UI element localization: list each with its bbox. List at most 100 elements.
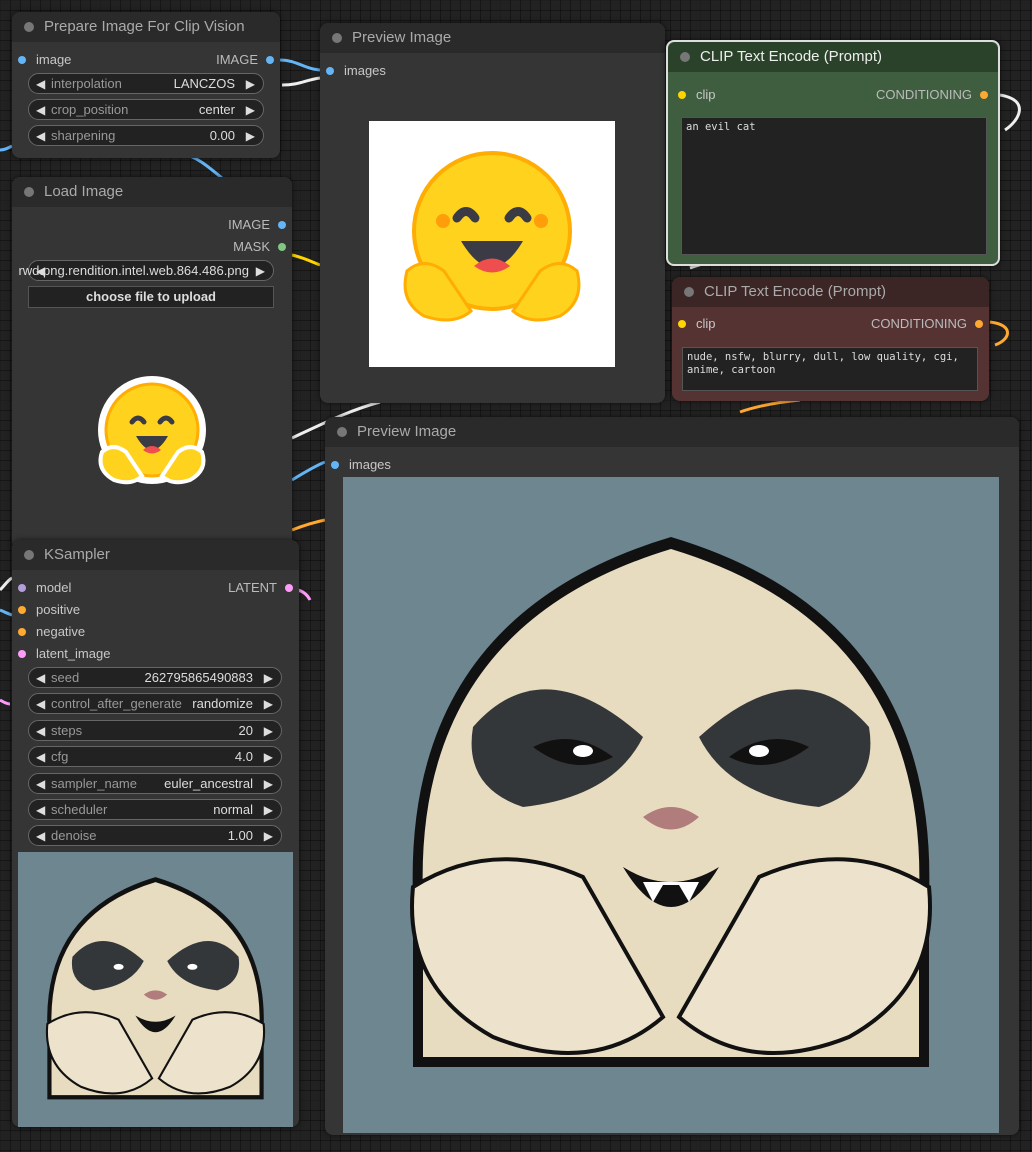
- right-arrow-icon[interactable]: ▶: [246, 76, 255, 92]
- image-output-slot[interactable]: IMAGE: [228, 217, 286, 233]
- wire-orange-3: [989, 320, 1009, 347]
- left-arrow-icon[interactable]: ◀: [36, 76, 45, 92]
- evil-cat-thumbnail: [45, 877, 266, 1100]
- right-arrow-icon[interactable]: ▶: [246, 102, 255, 118]
- left-arrow-icon[interactable]: ◀: [36, 723, 45, 739]
- upload-button[interactable]: choose file to upload: [28, 286, 274, 308]
- wire-orange-1: [291, 518, 326, 532]
- right-arrow-icon[interactable]: ▶: [246, 128, 255, 144]
- right-arrow-icon[interactable]: ▶: [264, 723, 273, 739]
- clip-pin-icon[interactable]: [678, 320, 686, 328]
- wire-blue-4: [291, 460, 326, 482]
- right-arrow-icon[interactable]: ▶: [264, 802, 273, 818]
- conditioning-output-slot[interactable]: CONDITIONING: [876, 87, 988, 103]
- denoise-number[interactable]: ◀ denoise 1.00 ▶: [28, 825, 282, 846]
- evil-cat-illustration: [410, 537, 932, 1067]
- positive-input-slot[interactable]: positive: [18, 602, 80, 618]
- collapse-dot-icon[interactable]: [337, 427, 347, 437]
- collapse-dot-icon[interactable]: [680, 52, 690, 62]
- load-image-node[interactable]: Load Image IMAGE MASK ◀ rwd.png.rendition…: [12, 177, 292, 549]
- right-arrow-icon[interactable]: ▶: [264, 696, 273, 712]
- left-arrow-icon[interactable]: ◀: [36, 128, 45, 144]
- negative-input-slot[interactable]: negative: [18, 624, 85, 640]
- wire-white-1: [281, 76, 321, 87]
- image-output-slot[interactable]: IMAGE: [216, 52, 274, 68]
- left-arrow-icon[interactable]: ◀: [36, 696, 45, 712]
- clip-pin-icon[interactable]: [678, 91, 686, 99]
- conditioning-output-slot[interactable]: CONDITIONING: [871, 316, 983, 332]
- prompt-textarea[interactable]: an evil cat: [681, 117, 987, 255]
- prompt-textarea[interactable]: nude, nsfw, blurry, dull, low quality, c…: [682, 347, 978, 391]
- latent-output-slot[interactable]: LATENT: [228, 580, 293, 596]
- wire-yellow-1: [291, 253, 321, 267]
- collapse-dot-icon[interactable]: [684, 287, 694, 297]
- node-title[interactable]: Preview Image: [320, 23, 665, 53]
- left-arrow-icon[interactable]: ◀: [36, 749, 45, 765]
- images-input-slot[interactable]: images: [331, 457, 391, 473]
- node-title[interactable]: Preview Image: [325, 417, 1019, 447]
- node-title[interactable]: CLIP Text Encode (Prompt): [672, 277, 989, 307]
- hugging-face-sticker: [98, 376, 206, 485]
- collapse-dot-icon[interactable]: [24, 550, 34, 560]
- prepare-image-node[interactable]: Prepare Image For Clip Vision image IMAG…: [12, 12, 280, 158]
- ksampler-node[interactable]: KSampler model positive negative latent_…: [12, 540, 299, 1127]
- preview-image-node-2[interactable]: Preview Image images: [325, 417, 1019, 1135]
- loaded-image-thumbnail: [88, 372, 216, 500]
- steps-number[interactable]: ◀ steps 20 ▶: [28, 720, 282, 741]
- left-arrow-icon[interactable]: ◀: [36, 670, 45, 686]
- image-pin-icon[interactable]: [326, 67, 334, 75]
- right-arrow-icon[interactable]: ▶: [264, 828, 273, 844]
- mask-output-slot[interactable]: MASK: [233, 239, 286, 255]
- clip-text-encode-negative-node[interactable]: CLIP Text Encode (Prompt) clip CONDITION…: [672, 277, 989, 401]
- conditioning-pin-icon[interactable]: [18, 606, 26, 614]
- model-pin-icon[interactable]: [18, 584, 26, 592]
- wire-pink-1: [297, 588, 312, 601]
- preview-image-node-1[interactable]: Preview Image images: [320, 23, 665, 403]
- latent-pin-icon[interactable]: [18, 650, 26, 658]
- clip-input-slot[interactable]: clip: [678, 316, 716, 332]
- hugging-face-emoji: [403, 151, 581, 322]
- latent-pin-icon[interactable]: [285, 584, 293, 592]
- right-arrow-icon[interactable]: ▶: [264, 749, 273, 765]
- node-title[interactable]: Prepare Image For Clip Vision: [12, 12, 280, 42]
- node-title[interactable]: CLIP Text Encode (Prompt): [668, 42, 998, 72]
- conditioning-pin-icon[interactable]: [980, 91, 988, 99]
- image-input-slot[interactable]: image: [18, 52, 71, 68]
- mask-pin-icon[interactable]: [278, 243, 286, 251]
- crop-position-combo[interactable]: ◀ crop_position center ▶: [28, 99, 264, 120]
- clip-input-slot[interactable]: clip: [678, 87, 716, 103]
- image-pin-icon[interactable]: [278, 221, 286, 229]
- collapse-dot-icon[interactable]: [332, 33, 342, 43]
- sharpening-number[interactable]: ◀ sharpening 0.00 ▶: [28, 125, 264, 146]
- control-after-generate-combo[interactable]: ◀ control_after_generate randomize ▶: [28, 693, 282, 714]
- conditioning-pin-icon[interactable]: [18, 628, 26, 636]
- image-pin-icon[interactable]: [18, 56, 26, 64]
- right-arrow-icon[interactable]: ▶: [264, 776, 273, 792]
- image-pin-icon[interactable]: [331, 461, 339, 469]
- seed-number[interactable]: ◀ seed 262795865490883 ▶: [28, 667, 282, 688]
- right-arrow-icon[interactable]: ▶: [264, 670, 273, 686]
- interpolation-combo[interactable]: ◀ interpolation LANCZOS ▶: [28, 73, 264, 94]
- scheduler-combo[interactable]: ◀ scheduler normal ▶: [28, 799, 282, 820]
- image-file-combo[interactable]: ◀ rwd.png.rendition.intel.web.864.486.png…: [18, 260, 274, 281]
- left-arrow-icon[interactable]: ◀: [36, 776, 45, 792]
- cfg-number[interactable]: ◀ cfg 4.0 ▶: [28, 746, 282, 767]
- left-arrow-icon[interactable]: ◀: [36, 828, 45, 844]
- left-arrow-icon[interactable]: ◀: [36, 802, 45, 818]
- clip-text-encode-positive-node[interactable]: CLIP Text Encode (Prompt) clip CONDITION…: [666, 40, 1000, 266]
- images-input-slot[interactable]: images: [326, 63, 386, 79]
- collapse-dot-icon[interactable]: [24, 187, 34, 197]
- node-title[interactable]: Load Image: [12, 177, 292, 207]
- sampler-name-combo[interactable]: ◀ sampler_name euler_ancestral ▶: [28, 773, 282, 794]
- generated-image-small: [18, 852, 293, 1127]
- wire-blue-3: [0, 144, 13, 152]
- conditioning-pin-icon[interactable]: [975, 320, 983, 328]
- wire-white-3: [999, 93, 1021, 132]
- node-title[interactable]: KSampler: [12, 540, 299, 570]
- latent-input-slot[interactable]: latent_image: [18, 646, 110, 662]
- right-arrow-icon[interactable]: ▶: [256, 263, 265, 279]
- image-pin-icon[interactable]: [266, 56, 274, 64]
- model-input-slot[interactable]: model: [18, 580, 71, 596]
- collapse-dot-icon[interactable]: [24, 22, 34, 32]
- left-arrow-icon[interactable]: ◀: [36, 102, 45, 118]
